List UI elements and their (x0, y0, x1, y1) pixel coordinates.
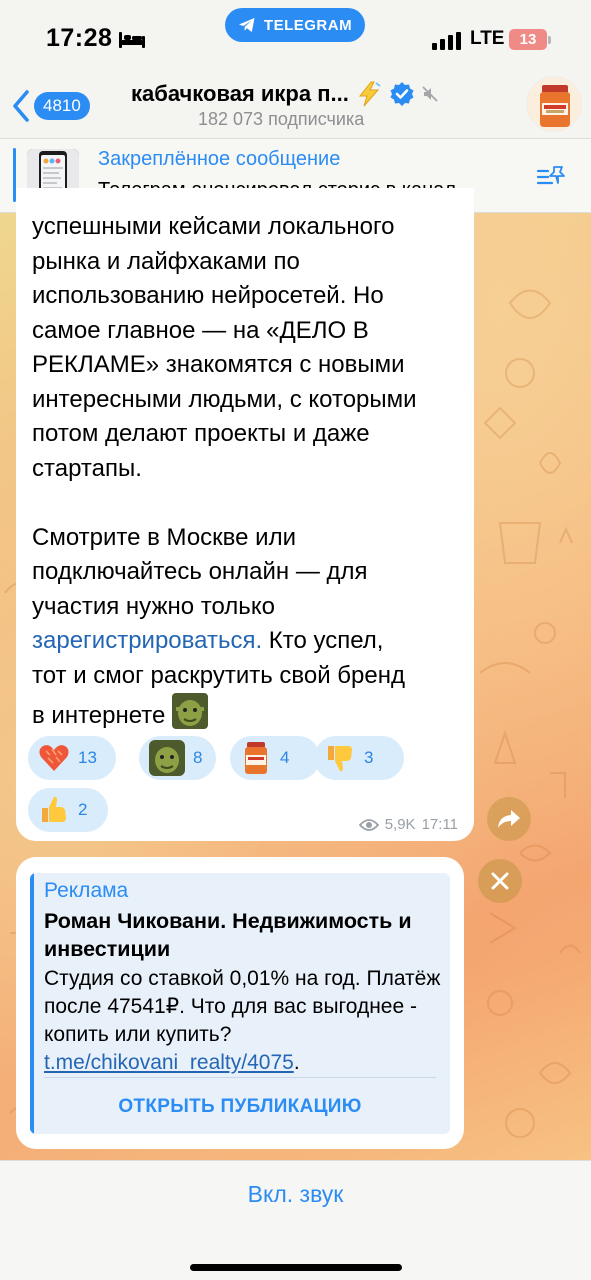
register-link[interactable]: зарегистрироваться. (32, 627, 262, 654)
sponsored-label: Реклама (44, 879, 129, 902)
bottom-bar: Вкл. звук (0, 1160, 591, 1280)
share-arrow-icon (498, 810, 520, 828)
reaction-count: 3 (364, 748, 374, 767)
reaction-heart[interactable]: 13 (28, 736, 116, 780)
muted-icon (422, 86, 438, 102)
pinned-list-icon[interactable] (536, 163, 568, 194)
message-line: в интернете (32, 702, 166, 729)
views-eye-icon (358, 818, 379, 831)
unread-count-badge: 4810 (34, 92, 90, 120)
subscriber-count: 182 073 подписчика (198, 109, 365, 129)
message-line: тот и смог раскрутить свой бренд (32, 661, 405, 689)
message-line: использованию нейросетей. Но (32, 282, 384, 309)
close-icon (491, 872, 509, 890)
network-type: LTE (470, 28, 505, 49)
reaction-count: 4 (280, 748, 290, 767)
home-indicator[interactable] (190, 1264, 402, 1271)
channel-avatar[interactable] (526, 76, 582, 132)
pinned-title: Закреплённое сообщение (98, 148, 341, 170)
chevron-left-icon (13, 90, 29, 122)
divider (44, 1077, 436, 1078)
message-line: Смотрите в Москве или (32, 523, 296, 551)
telegram-plane-icon (238, 18, 255, 32)
channel-name: кабачковая икра п... (131, 81, 349, 106)
share-button[interactable] (487, 797, 531, 841)
thumbs-down-emoji-icon (328, 746, 352, 772)
jar-emoji-icon (245, 742, 267, 774)
message-line: потом делают проекты и даже (32, 420, 370, 447)
sleep-bed-icon (118, 30, 146, 55)
message-line: Кто успел, (262, 627, 384, 654)
reaction-count: 8 (193, 748, 203, 767)
channel-title[interactable]: кабачковая икра п... (131, 81, 439, 107)
lightning-emoji-icon (358, 81, 381, 107)
shrek-emoji-icon (172, 693, 209, 729)
battery-cap (548, 36, 551, 44)
sponsored-message[interactable]: Реклама Роман Чиковани. Недвижимость и и… (16, 857, 464, 1149)
message-line: интересными людьми, с которыми (32, 385, 417, 413)
reaction-jar[interactable]: 4 (230, 736, 320, 780)
sponsored-card: Реклама Роман Чиковани. Недвижимость и и… (30, 873, 450, 1134)
sponsored-body: Студия со ставкой 0,01% на год. Платёж п… (44, 965, 444, 1077)
sponsored-body-text: Студия со ставкой 0,01% на год. Платёж п… (44, 967, 441, 1046)
telegram-pill[interactable]: TELEGRAM (225, 8, 365, 42)
message-meta: 5,9K 17:11 (358, 816, 458, 833)
telegram-pill-label: TELEGRAM (263, 16, 353, 34)
message-line: участия нужно только (32, 592, 275, 620)
message-line: РЕКЛАМЕ» знакомятся с новыми (32, 351, 405, 378)
message-line: самое главное — на «ДЕЛО В (32, 316, 369, 344)
thumbs-up-emoji-icon (42, 796, 66, 822)
reaction-count: 13 (78, 748, 97, 767)
sponsored-link-end: . (293, 1051, 300, 1074)
status-bar: 17:28 TELEGRAM LTE 13 (0, 0, 591, 76)
shrek-emoji-icon (149, 740, 185, 776)
reaction-shrek[interactable]: 8 (139, 736, 216, 780)
back-button[interactable]: 4810 (10, 88, 90, 124)
unmute-button[interactable]: Вкл. звук (0, 1181, 591, 1208)
cellular-signal-icon (432, 32, 461, 50)
message-line: подключайтесь онлайн — для (32, 558, 368, 585)
message-line: стартапы. (32, 454, 142, 482)
close-ad-button[interactable] (478, 859, 522, 903)
sponsored-title: Роман Чиковани. Недвижимость и инвестици… (44, 909, 412, 961)
message-text: успешными кейсами локального рынка и лай… (32, 210, 458, 734)
verified-badge-icon (390, 82, 414, 106)
message-bubble[interactable]: успешными кейсами локального рынка и лай… (16, 188, 474, 841)
open-publication-button[interactable]: ОТКРЫТЬ ПУБЛИКАЦИЮ (30, 1085, 450, 1129)
reaction-thumbs-up[interactable]: 2 (28, 788, 108, 832)
heart-emoji-icon (39, 745, 69, 771)
message-time: 17:11 (421, 816, 458, 833)
reaction-thumbs-down[interactable]: 3 (314, 736, 404, 780)
chat-header: 4810 кабачковая икра п... 182 073 подпис… (0, 76, 591, 138)
reaction-count: 2 (78, 800, 88, 819)
message-line: успешными кейсами локального (32, 213, 395, 240)
status-time: 17:28 (46, 24, 113, 52)
view-count: 5,9K (384, 816, 416, 833)
message-line: рынка и лайфхаками по (32, 247, 300, 275)
battery-level: 13 (519, 31, 537, 48)
sponsored-link[interactable]: t.me/chikovani_realty/4075 (44, 1051, 294, 1074)
battery-icon: 13 (509, 29, 547, 50)
